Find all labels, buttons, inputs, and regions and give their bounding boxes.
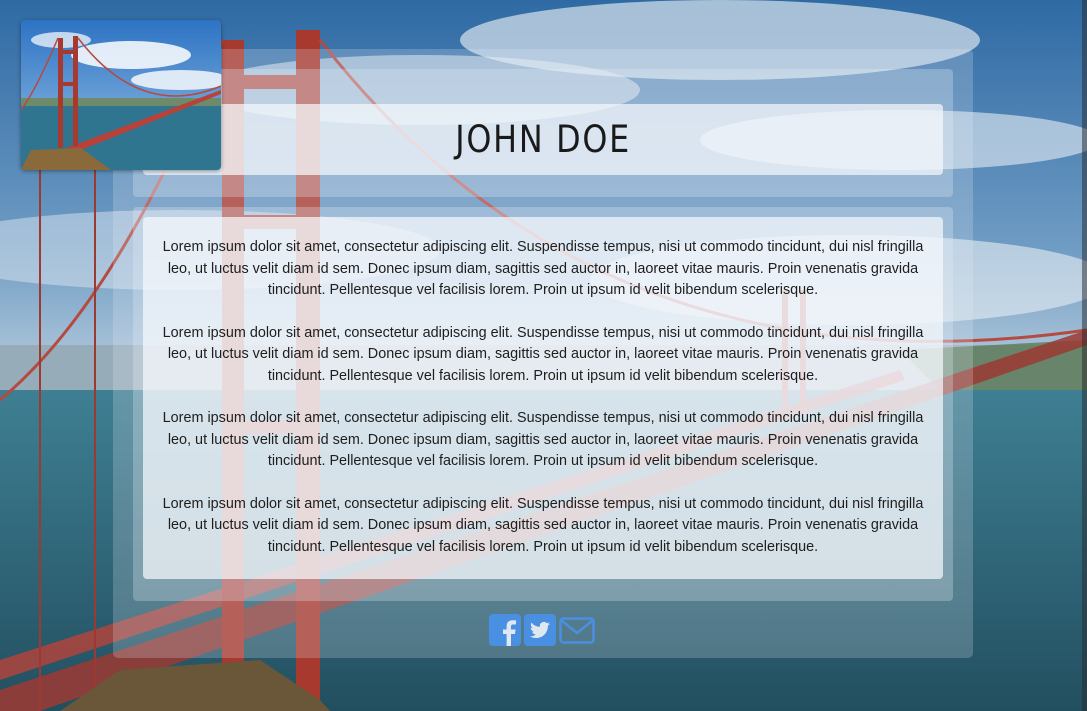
profile-name: JOHN DOE (455, 118, 631, 161)
profile-photo (21, 20, 221, 170)
bio-paragraph: Lorem ipsum dolor sit amet, consectetur … (162, 410, 924, 469)
social-links (489, 614, 595, 646)
bio-paragraph: Lorem ipsum dolor sit amet, consectetur … (162, 495, 924, 555)
email-icon[interactable] (559, 614, 595, 646)
bio-paragraph: Lorem ipsum dolor sit amet, consectetur … (162, 239, 924, 298)
name-header: JOHN DOE (143, 104, 943, 175)
bio-content: Lorem ipsum dolor sit amet, consectetur … (143, 217, 943, 579)
bio-paragraph: Lorem ipsum dolor sit amet, consectetur … (162, 324, 924, 384)
twitter-icon[interactable] (524, 614, 556, 646)
facebook-icon[interactable] (489, 614, 521, 646)
